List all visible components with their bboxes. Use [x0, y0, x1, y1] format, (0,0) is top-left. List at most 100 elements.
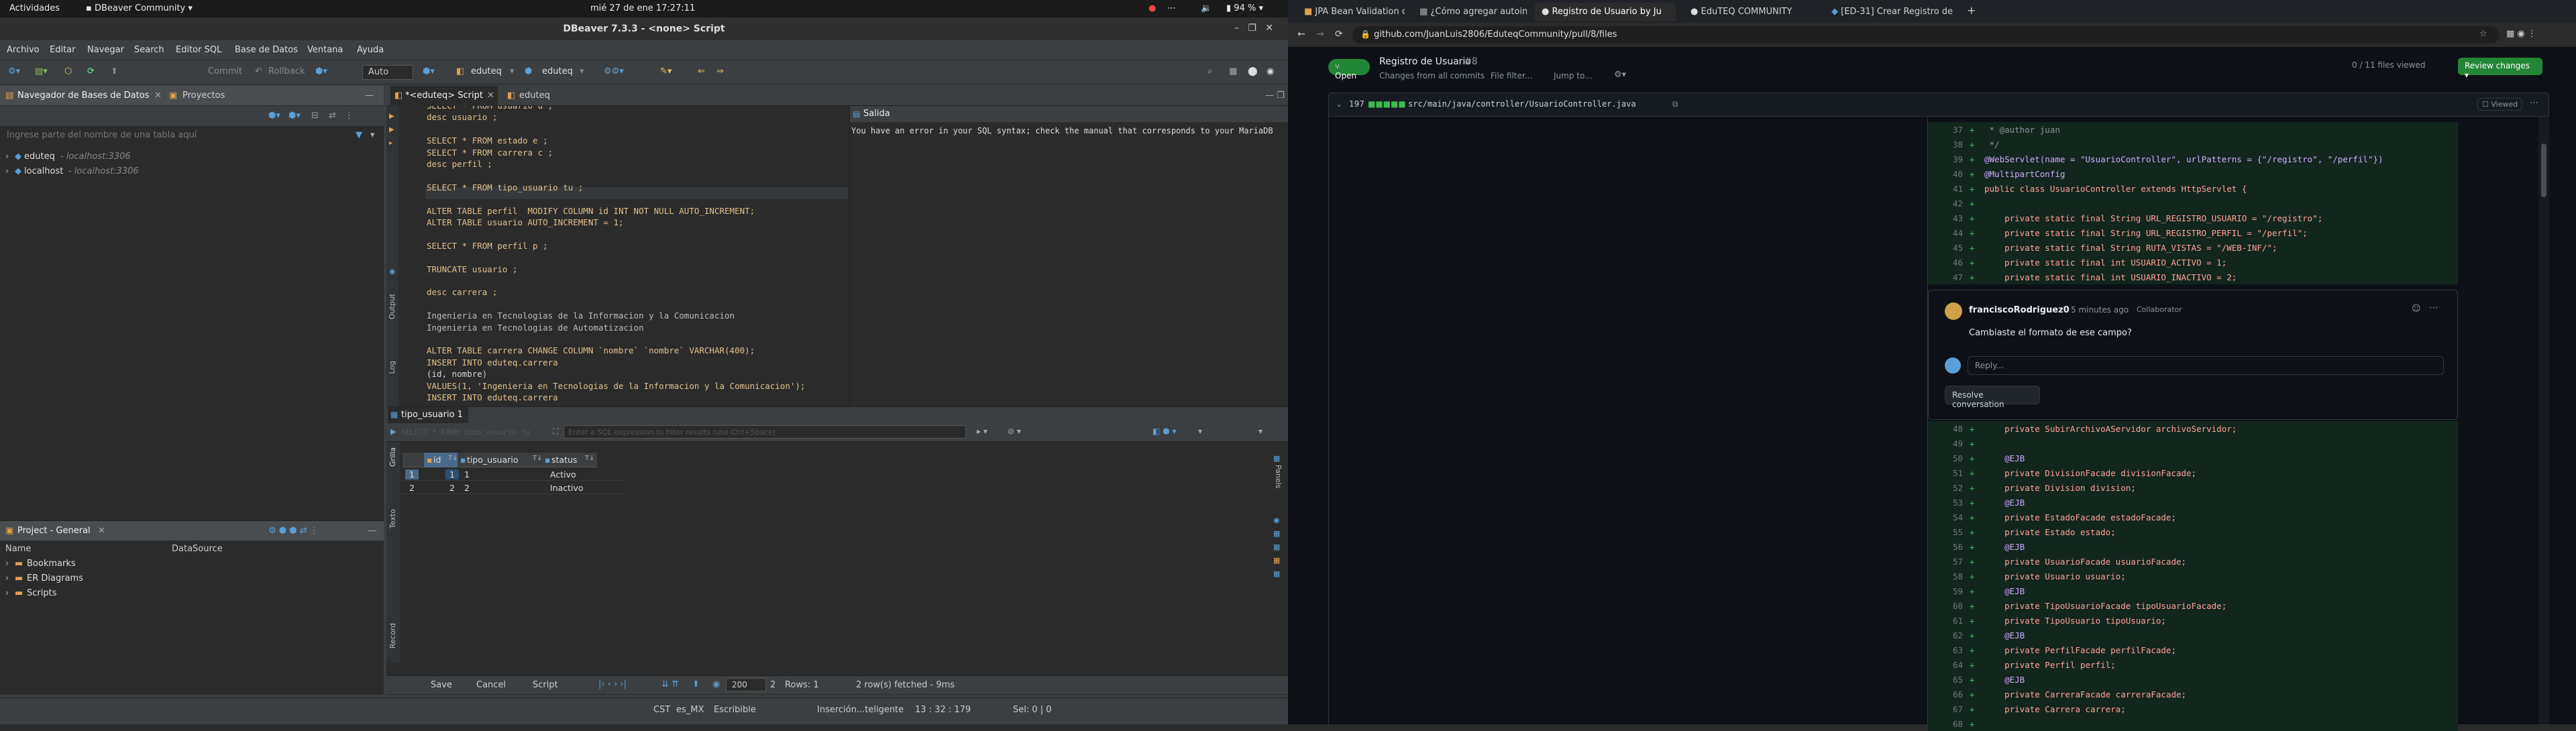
scrollbar-thumb[interactable]: [2541, 144, 2546, 197]
metadata-icon[interactable]: ▦: [1273, 556, 1280, 565]
line-number[interactable]: 53: [1936, 498, 1963, 508]
minimize-icon[interactable]: —: [365, 91, 374, 101]
perspective-icon[interactable]: ▦: [1229, 66, 1237, 76]
results-filter-input[interactable]: Enter a SQL expression to filter results…: [564, 425, 966, 439]
diff-line[interactable]: 43 + private static final String URL_REGI…: [1928, 211, 2458, 225]
new-tab-icon[interactable]: +: [1967, 4, 1976, 17]
code-line[interactable]: Ingenieria en Tecnologias de la Informac…: [427, 311, 735, 321]
export-icon[interactable]: ◧ ⬢ ▾: [1152, 427, 1176, 436]
browser-tab[interactable]: ◆ [ED-31] Crear Registro de: [1825, 3, 1959, 21]
diff-line[interactable]: 59 + @EJB: [1928, 583, 2458, 598]
expand-icon[interactable]: ›: [5, 588, 9, 598]
diff-line[interactable]: 39 + @WebServlet(name = "UsuarioController…: [1928, 152, 2458, 166]
code-line[interactable]: INSERT INTO eduteq.carrera: [427, 392, 558, 402]
line-number[interactable]: 48: [1936, 424, 1963, 434]
menu-search[interactable]: Search: [134, 45, 164, 55]
line-number[interactable]: 62: [1936, 630, 1963, 640]
url-text[interactable]: github.com/JuanLuis2806/EduteqCommunity/…: [1374, 30, 1617, 40]
diff-line[interactable]: 47 + private static final int USUARIO_INA…: [1928, 270, 2458, 284]
menu-archivo[interactable]: Archivo: [7, 45, 40, 55]
code-line[interactable]: SELECT * FROM tipo_usuario tu ;: [427, 182, 583, 192]
back-icon[interactable]: ←: [1297, 29, 1305, 40]
line-number[interactable]: 47: [1936, 272, 1963, 282]
format-icon[interactable]: ✎▾: [660, 66, 672, 76]
panels-menu-icon[interactable]: ▾: [1258, 427, 1263, 436]
code-line[interactable]: SELECT * FROM carrera c ;: [427, 148, 553, 158]
tray-icon[interactable]: ●: [1148, 3, 1156, 13]
menu-base-de-datos[interactable]: Base de Datos: [235, 45, 298, 55]
diff-line[interactable]: 50 + @EJB: [1928, 451, 2458, 465]
menu-ventana[interactable]: Ventana: [307, 45, 343, 55]
diff-line[interactable]: 61 + private TipoUsuario tipoUsuario;: [1928, 613, 2458, 628]
diff-line[interactable]: 38 + */: [1928, 137, 2458, 152]
line-number[interactable]: 50: [1936, 453, 1963, 463]
browser-tab[interactable]: ▦ ¿Cómo agregar autoincr: [1413, 3, 1527, 21]
cell-tipo-usuario[interactable]: 1: [464, 469, 470, 480]
diff-line[interactable]: 37 + * @author juan: [1928, 122, 2458, 137]
line-number[interactable]: 56: [1936, 542, 1963, 552]
line-number[interactable]: 61: [1936, 616, 1963, 626]
line-number[interactable]: 55: [1936, 527, 1963, 537]
settings-icon[interactable]: ⚙▾: [1614, 70, 1626, 80]
line-number[interactable]: 64: [1936, 660, 1963, 670]
tab-eduteq[interactable]: ◧ eduteq: [504, 86, 572, 106]
filter-apply-icon[interactable]: ▸ ▾: [977, 427, 987, 436]
code-line[interactable]: SELECT * FROM perfil p ;: [427, 241, 548, 251]
forward-icon[interactable]: ⇒: [716, 66, 724, 76]
address-bar[interactable]: 🔒 github.com/JuanLuis2806/EduteqCommunit…: [1352, 26, 2500, 44]
more-icon[interactable]: ⋯: [2429, 302, 2438, 313]
line-number[interactable]: 63: [1936, 645, 1963, 655]
more-icon[interactable]: ⋯: [2530, 98, 2538, 108]
code-line[interactable]: SELECT * FROM estado e ;: [427, 135, 548, 146]
diff-line[interactable]: 49 +: [1928, 436, 2458, 451]
diff-line[interactable]: 55 + private Estado estado;: [1928, 524, 2458, 539]
line-number[interactable]: 44: [1936, 228, 1963, 238]
settings-icon[interactable]: ⚙ ⬢ ⬢ ⇄ ⋮: [268, 526, 319, 536]
dbeaver-logo-icon[interactable]: ◉: [1267, 66, 1274, 76]
line-number[interactable]: 51: [1936, 468, 1963, 478]
table-row[interactable]: 2 2 2 Inactivo: [402, 481, 624, 494]
changes-filter[interactable]: Changes from all commits: [1379, 71, 1485, 80]
line-number[interactable]: 65: [1936, 675, 1963, 685]
diff-line[interactable]: 41 + public class UsuarioController extend…: [1928, 181, 2458, 196]
scrollbar[interactable]: [2538, 117, 2549, 724]
activities-button[interactable]: Actividades: [9, 3, 60, 13]
avatar[interactable]: [1945, 302, 1962, 320]
save-button[interactable]: Save: [431, 680, 452, 690]
active-schema[interactable]: eduteq: [542, 66, 573, 76]
tab-projects[interactable]: Proyectos: [182, 91, 225, 101]
menu-editar[interactable]: Editar: [50, 45, 76, 55]
diff-line[interactable]: 66 + private CarreraFacade carreraFacade;: [1928, 687, 2458, 701]
code-line[interactable]: ALTER TABLE usuario AUTO_INCREMENT = 1;: [427, 217, 624, 227]
review-changes-button[interactable]: Review changes ▾: [2458, 58, 2542, 80]
diff-line[interactable]: 44 + private static final String URL_REGI…: [1928, 225, 2458, 240]
line-number[interactable]: 46: [1936, 258, 1963, 268]
comment-author[interactable]: franciscoRodriguez0: [1969, 305, 2070, 315]
tab-record[interactable]: Record: [388, 623, 397, 649]
cell-status[interactable]: Inactivo: [550, 483, 584, 493]
line-number[interactable]: 45: [1936, 243, 1963, 253]
browser-tab[interactable]: ● EduTEQ COMMUNITY: [1684, 3, 1818, 21]
diff-line[interactable]: 65 + @EJB: [1928, 672, 2458, 687]
battery-status[interactable]: ▮ 94 % ▾: [1226, 3, 1263, 13]
sort-icon[interactable]: T↓: [585, 455, 595, 462]
line-number[interactable]: 38: [1936, 139, 1963, 150]
tab-tipo-usuario[interactable]: ▦ tipo_usuario 1: [388, 407, 468, 423]
line-number[interactable]: 42: [1936, 199, 1963, 209]
diff-line[interactable]: 53 + @EJB: [1928, 495, 2458, 510]
expand-icon[interactable]: ›: [5, 559, 9, 569]
code-line[interactable]: INSERT INTO eduteq.carrera: [427, 357, 558, 368]
code-line[interactable]: desc usuario ;: [427, 112, 497, 122]
cancel-button[interactable]: Cancel: [476, 680, 506, 690]
code-line[interactable]: TRUNCATE usuario ;: [427, 264, 517, 274]
sql-tools-icon[interactable]: ⚙⚙▾: [604, 66, 624, 76]
sql-editor-icon[interactable]: ▤▾: [35, 66, 48, 76]
commit-icon[interactable]: ⬆: [111, 66, 118, 76]
fetch-size-input[interactable]: 200: [726, 678, 766, 691]
line-number[interactable]: 58: [1936, 571, 1963, 581]
menu-navegar[interactable]: Navegar: [87, 45, 124, 55]
viewed-checkbox[interactable]: ☐ Viewed: [2477, 98, 2523, 111]
cell-id[interactable]: 2: [445, 483, 459, 493]
tab-database-navigator[interactable]: Navegador de Bases de Datos: [17, 91, 149, 101]
transaction-mode-select[interactable]: Auto: [362, 65, 413, 80]
